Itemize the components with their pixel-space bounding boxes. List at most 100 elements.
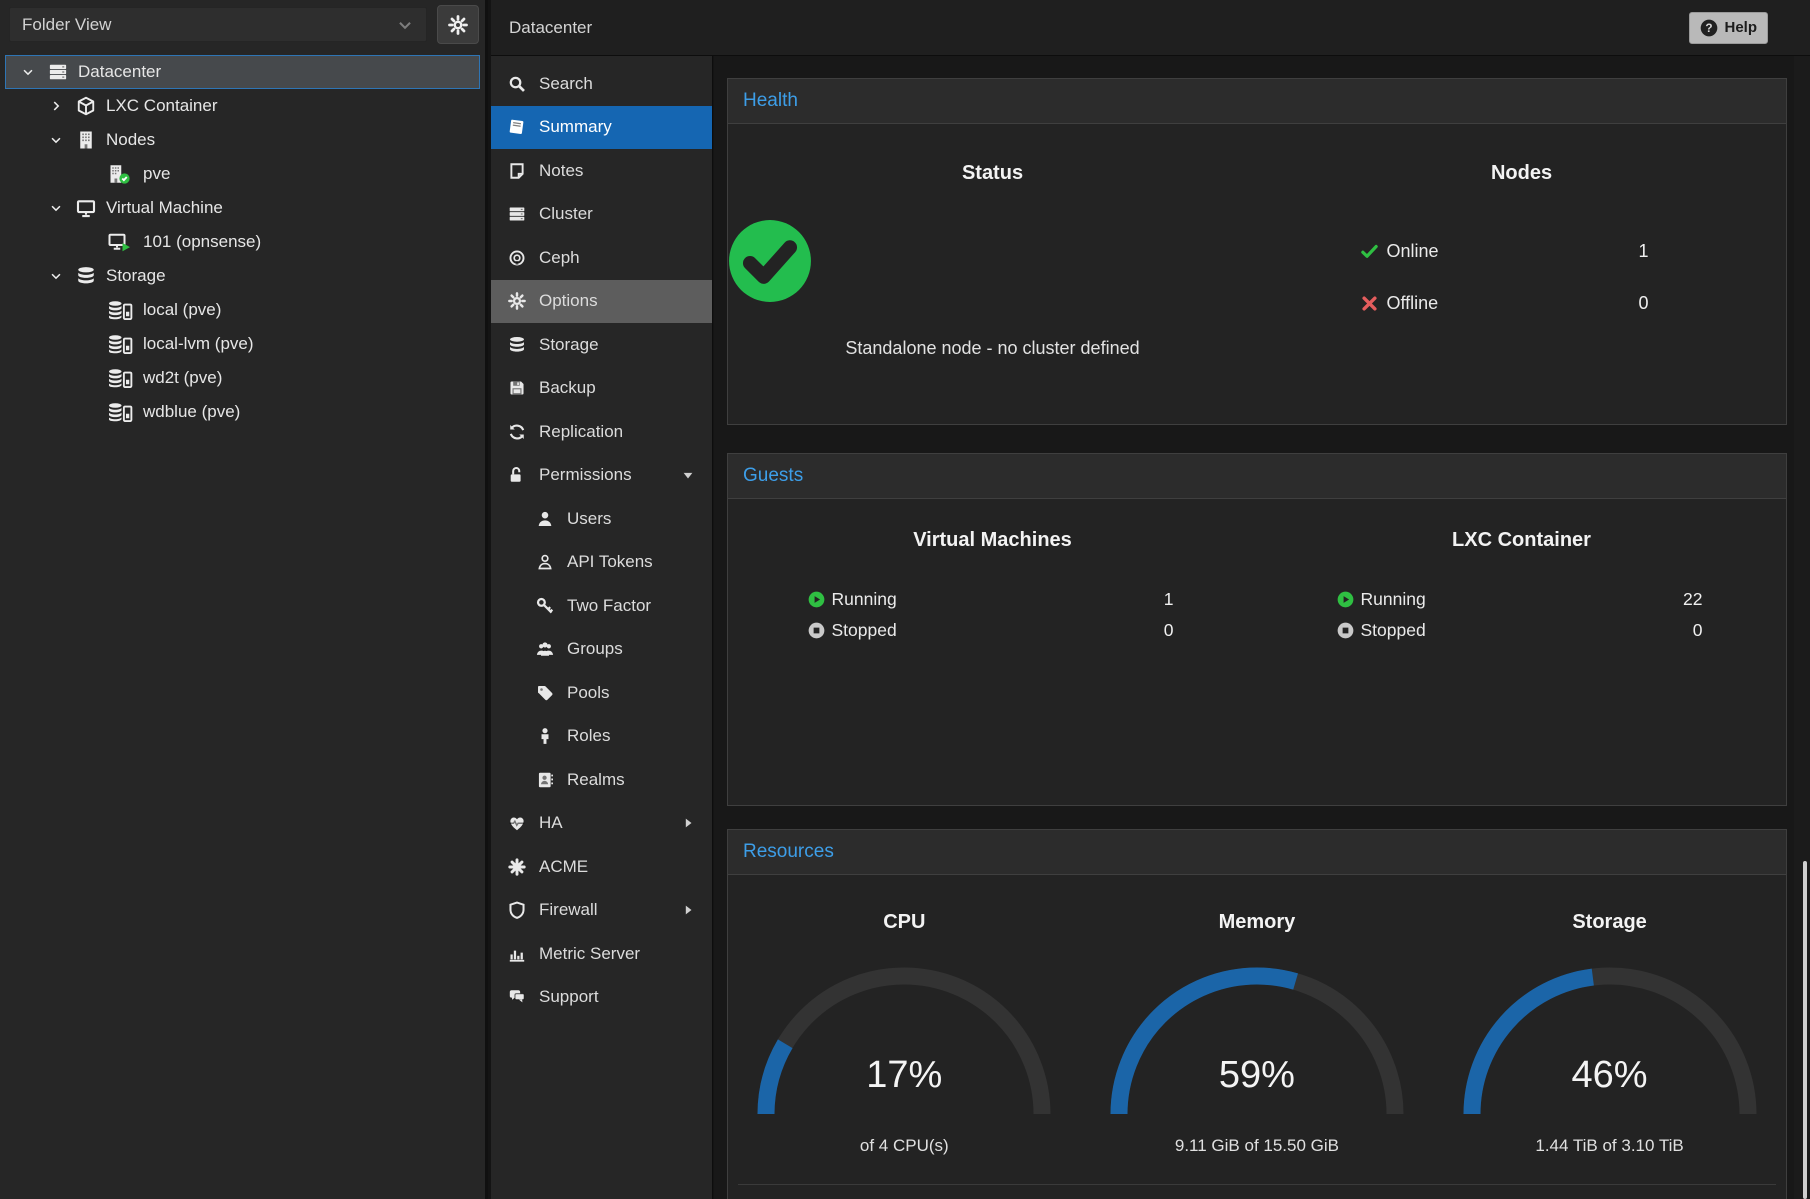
menu-item-pools[interactable]: Pools	[491, 671, 712, 715]
gauge-heading: Memory	[1081, 911, 1434, 934]
user-outline-icon	[533, 553, 557, 571]
tree-item-label: wd2t (pve)	[143, 368, 222, 388]
storage-disk-icon	[108, 368, 133, 388]
storage-disk-icon	[108, 334, 133, 354]
menu-item-metric-server[interactable]: Metric Server	[491, 932, 712, 976]
menu-item-label: Cluster	[539, 204, 593, 224]
menu-item-label: Roles	[567, 726, 610, 746]
server-icon	[48, 62, 68, 82]
menu-item-roles[interactable]: Roles	[491, 715, 712, 759]
users-icon	[533, 640, 557, 658]
chevron-down-icon[interactable]	[44, 133, 68, 147]
bar-chart-icon	[505, 945, 529, 963]
gauge-percent: 17%	[756, 1054, 1052, 1097]
menu-item-storage[interactable]: Storage	[491, 323, 712, 367]
tree-item-storage[interactable]: Storage	[5, 259, 480, 293]
unlock-icon	[505, 466, 529, 484]
tag-icon	[533, 684, 557, 702]
menu-item-label: Metric Server	[539, 944, 640, 964]
chevron-down-icon[interactable]	[16, 65, 40, 79]
menu-item-options[interactable]: Options	[491, 280, 712, 324]
menu-item-label: Permissions	[539, 465, 632, 485]
tree-item-nodes[interactable]: Nodes	[5, 123, 480, 157]
guests-column-lxc-container: LXC ContainerRunning22Stopped0	[1257, 499, 1786, 646]
tree-toolbar: Folder View	[0, 0, 485, 49]
guests-column-heading: LXC Container	[1257, 529, 1786, 552]
menu-item-permissions[interactable]: Permissions	[491, 454, 712, 498]
tree-item-wd2t-pve[interactable]: wd2t (pve)	[5, 361, 480, 395]
resources-row-divider	[738, 1184, 1776, 1199]
tree-item-pve[interactable]: pve	[5, 157, 480, 191]
menu-item-realms[interactable]: Realms	[491, 758, 712, 802]
question-circle-icon: ?	[1700, 19, 1718, 37]
menu-item-support[interactable]: Support	[491, 976, 712, 1020]
health-panel-title: Health	[728, 79, 1786, 124]
chevron-down-icon[interactable]	[44, 269, 68, 283]
gauge-arc: 59%	[1109, 966, 1405, 1114]
menu-item-replication[interactable]: Replication	[491, 410, 712, 454]
storage-disk-icon	[108, 402, 133, 422]
content-scrollbar[interactable]	[1794, 56, 1810, 1199]
database-icon	[505, 336, 529, 354]
page-title: Datacenter	[491, 18, 592, 38]
menu-item-acme[interactable]: ACME	[491, 845, 712, 889]
running-icon	[1337, 591, 1354, 608]
menu-item-label: Two Factor	[567, 596, 651, 616]
help-button[interactable]: ? Help	[1689, 12, 1768, 44]
gauge-arc: 17%	[756, 966, 1052, 1114]
menu-item-summary[interactable]: Summary	[491, 106, 712, 150]
chevron-right-icon[interactable]	[44, 99, 68, 113]
nodes-heading: Nodes	[1257, 162, 1786, 185]
chevron-down-icon	[396, 16, 414, 34]
search-icon	[505, 75, 529, 93]
menu-item-label: Support	[539, 987, 599, 1007]
tree-item-local-lvm-pve[interactable]: local-lvm (pve)	[5, 327, 480, 361]
node-state-value: 0	[1638, 293, 1686, 314]
guest-row-running: Running1	[808, 584, 1178, 615]
menu-item-users[interactable]: Users	[491, 497, 712, 541]
menu-item-api-tokens[interactable]: API Tokens	[491, 541, 712, 585]
menu-item-notes[interactable]: Notes	[491, 149, 712, 193]
caret-right-icon	[676, 903, 700, 917]
menu-item-backup[interactable]: Backup	[491, 367, 712, 411]
menu-item-groups[interactable]: Groups	[491, 628, 712, 672]
node-state-label: Offline	[1387, 293, 1439, 314]
content-header: Datacenter ? Help	[491, 0, 1810, 56]
tree-item-101-opnsense[interactable]: 101 (opnsense)	[5, 225, 480, 259]
guest-state-value: 0	[1693, 620, 1707, 641]
tree-item-label: Virtual Machine	[106, 198, 223, 218]
menu-item-firewall[interactable]: Firewall	[491, 889, 712, 933]
guest-state-label: Running	[1361, 589, 1426, 610]
tree-item-label: Storage	[106, 266, 166, 286]
gear-icon	[505, 292, 529, 310]
resource-gauge-memory: Memory59%9.11 GiB of 15.50 GiB	[1081, 875, 1434, 1156]
tree-settings-button[interactable]	[437, 5, 479, 44]
tree-item-local-pve[interactable]: local (pve)	[5, 293, 480, 327]
tree-item-label: wdblue (pve)	[143, 402, 240, 422]
check-circle-icon	[728, 219, 812, 303]
resource-tree-panel: Folder View DatacenterLXC Container Nodes…	[0, 0, 488, 1199]
menu-item-search[interactable]: Search	[491, 62, 712, 106]
tree-item-virtual-machine[interactable]: Virtual Machine	[5, 191, 480, 225]
view-mode-select[interactable]: Folder View	[9, 7, 427, 42]
menu-item-cluster[interactable]: Cluster	[491, 193, 712, 237]
nodes-table: Online1Offline0	[1357, 225, 1687, 329]
menu-item-two-factor[interactable]: Two Factor	[491, 584, 712, 628]
cross-icon	[1357, 294, 1383, 313]
database-icon	[76, 266, 96, 286]
scrollbar-thumb[interactable]	[1803, 861, 1807, 1199]
menu-item-ceph[interactable]: Ceph	[491, 236, 712, 280]
caret-down-icon	[676, 468, 700, 482]
menu-item-ha[interactable]: HA	[491, 802, 712, 846]
key-icon	[533, 597, 557, 615]
menu-item-label: Summary	[539, 117, 612, 137]
tree-item-label: Nodes	[106, 130, 155, 150]
tree-item-datacenter[interactable]: Datacenter	[5, 55, 480, 89]
sync-icon	[505, 423, 529, 441]
chevron-down-icon[interactable]	[44, 201, 68, 215]
menu-item-label: Replication	[539, 422, 623, 442]
tree-item-wdblue-pve[interactable]: wdblue (pve)	[5, 395, 480, 429]
tree-item-lxc-container[interactable]: LXC Container	[5, 89, 480, 123]
guest-row-stopped: Stopped0	[1337, 615, 1707, 646]
gauge-heading: CPU	[728, 911, 1081, 934]
